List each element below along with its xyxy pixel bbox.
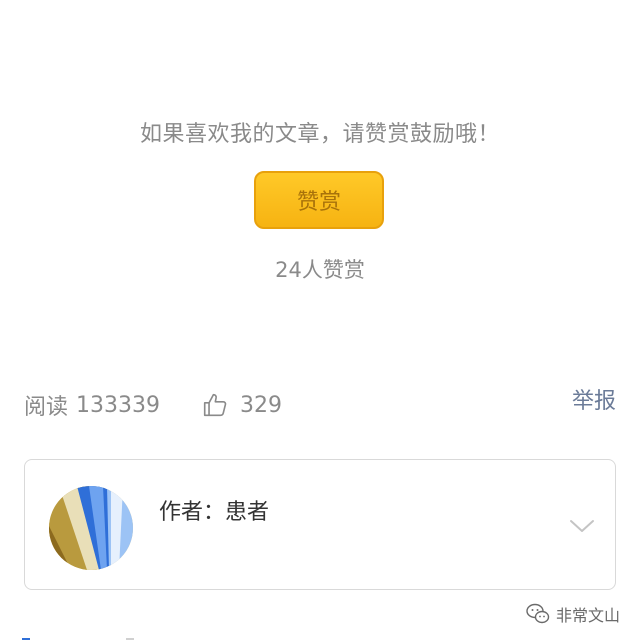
reward-count: 24人赞赏 — [275, 258, 365, 282]
read-count: 133339 — [76, 392, 160, 418]
bottom-border — [22, 638, 134, 640]
read-label: 阅读 — [24, 395, 69, 420]
avatar — [49, 486, 133, 570]
reward-prompt: 如果喜欢我的文章，请赞赏鼓励哦！ — [139, 122, 500, 147]
avatar-image — [49, 486, 133, 570]
like-button[interactable]: 329 — [202, 392, 282, 418]
report-link[interactable]: 举报 — [572, 383, 616, 415]
author-card[interactable]: 作者：患者 — [24, 459, 616, 590]
chevron-down-icon[interactable] — [569, 518, 595, 534]
watermark-text: 非常文山 — [555, 606, 620, 625]
author-label: 作者： — [159, 500, 226, 525]
article-stats: 阅读 133339 329 — [24, 390, 282, 421]
thumbs-up-icon — [203, 393, 227, 417]
article-footer: 如果喜欢我的文章，请赞赏鼓励哦！ 赞赏 24人赞赏 阅读 133339 329 … — [0, 0, 640, 640]
wechat-icon — [526, 603, 550, 624]
reward-button[interactable]: 赞赏 — [254, 171, 384, 229]
like-count: 329 — [240, 392, 282, 418]
watermark: 非常文山 — [526, 602, 620, 626]
author-info: 作者：患者 — [159, 494, 269, 526]
reward-button-label: 赞赏 — [296, 190, 341, 215]
author-name: 患者 — [225, 500, 270, 525]
